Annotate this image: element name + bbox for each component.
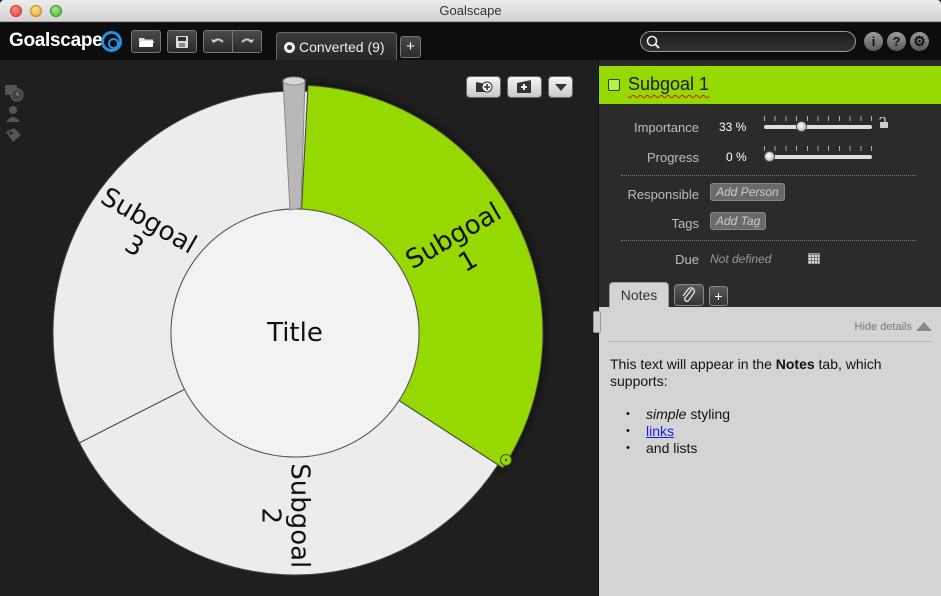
goal-header: Subgoal 1 bbox=[599, 66, 941, 104]
goalmap-canvas: Subgoal1 Subgoal2 Subgoal3 Title bbox=[0, 60, 598, 596]
importance-value: 33 % bbox=[719, 120, 747, 134]
chevron-down-icon bbox=[554, 84, 567, 91]
goalmap-chart: Subgoal1Subgoal2Subgoal3 Title bbox=[52, 76, 544, 576]
tab-radio-icon bbox=[284, 42, 295, 53]
responsible-label: Responsible bbox=[627, 187, 699, 202]
add-child-icon bbox=[516, 80, 531, 93]
unlock-icon[interactable] bbox=[879, 117, 889, 129]
notes-styling-text: styling bbox=[686, 406, 731, 422]
view-menu-button[interactable] bbox=[548, 76, 573, 98]
due-label: Due bbox=[675, 252, 699, 267]
add-sibling-icon bbox=[475, 81, 492, 93]
progress-slider[interactable] bbox=[764, 151, 872, 162]
main-toolbar: Goalscape Converted (9) + i ? ⚙ bbox=[0, 23, 941, 60]
notes-intro-bold: Notes bbox=[775, 356, 815, 372]
app-logo: Goalscape bbox=[9, 30, 103, 51]
tab-label: Converted (9) bbox=[299, 39, 385, 55]
redo-icon bbox=[241, 38, 254, 43]
notes-intro-text: This text will appear in the bbox=[610, 356, 776, 372]
info-button[interactable]: i bbox=[864, 32, 883, 51]
undo-button[interactable] bbox=[203, 30, 233, 53]
calendar-icon[interactable] bbox=[808, 253, 820, 264]
list-item: and lists bbox=[610, 440, 930, 457]
hide-details-toggle[interactable]: Hide details bbox=[855, 321, 932, 333]
notes-text[interactable]: This text will appear in the Notes tab, … bbox=[610, 356, 930, 457]
add-notes-tab-button[interactable]: + bbox=[709, 286, 728, 306]
notes-area[interactable]: Hide details This text will appear in th… bbox=[593, 307, 941, 596]
help-button[interactable]: ? bbox=[887, 32, 906, 51]
importance-ticks bbox=[764, 116, 872, 121]
notes-link[interactable]: links bbox=[646, 423, 674, 439]
list-item: links bbox=[610, 423, 930, 440]
details-panel: Subgoal 1 Importance 33 % Progress 0 % R… bbox=[593, 60, 941, 596]
folder-icon bbox=[139, 37, 154, 47]
progress-value: 0 % bbox=[726, 150, 747, 164]
goal-name[interactable]: Subgoal 1 bbox=[628, 74, 709, 95]
window-titlebar: Goalscape bbox=[0, 0, 941, 22]
add-tag-chip[interactable]: Add Tag bbox=[710, 212, 767, 230]
redo-button[interactable] bbox=[232, 30, 262, 53]
goal-complete-checkbox[interactable] bbox=[608, 79, 620, 91]
add-person-chip[interactable]: Add Person bbox=[710, 183, 785, 201]
progress-slider-knob[interactable] bbox=[764, 151, 775, 162]
importance-slider[interactable] bbox=[764, 121, 872, 132]
tab-attachments[interactable] bbox=[674, 284, 704, 306]
search-icon bbox=[646, 35, 660, 49]
undo-icon bbox=[211, 38, 224, 43]
floppy-disk-icon bbox=[176, 35, 188, 48]
paperclip-icon bbox=[682, 287, 696, 302]
notes-list-text: and lists bbox=[646, 440, 698, 456]
importance-slider-knob[interactable] bbox=[796, 121, 807, 132]
details-divider bbox=[621, 240, 917, 241]
search-input[interactable] bbox=[640, 31, 856, 52]
save-button[interactable] bbox=[167, 30, 197, 53]
list-item: simple styling bbox=[610, 406, 930, 423]
details-divider bbox=[621, 175, 917, 176]
settings-gear-icon[interactable]: ⚙ bbox=[910, 32, 929, 51]
tab-notes[interactable]: Notes bbox=[609, 282, 669, 308]
panel-resize-grip[interactable] bbox=[593, 311, 601, 333]
notes-divider bbox=[609, 341, 932, 342]
goalscape-logo-icon bbox=[101, 31, 122, 52]
center-goal-title: Title bbox=[266, 318, 323, 348]
add-subgoal-button[interactable] bbox=[466, 76, 501, 98]
notes-list: simple styling links and lists bbox=[610, 406, 930, 457]
importance-label: Importance bbox=[633, 120, 699, 135]
add-child-button[interactable] bbox=[507, 76, 542, 98]
progress-label: Progress bbox=[646, 150, 699, 165]
window-title: Goalscape bbox=[439, 3, 502, 18]
hide-details-label: Hide details bbox=[854, 321, 912, 333]
notes-italic-text: simple bbox=[646, 406, 687, 422]
tab-converted[interactable]: Converted (9) bbox=[276, 32, 397, 60]
add-tab-button[interactable]: + bbox=[400, 36, 421, 58]
tags-label: Tags bbox=[671, 216, 699, 231]
progress-ticks bbox=[764, 146, 872, 151]
collapse-triangle-icon bbox=[916, 322, 932, 331]
due-date-value[interactable]: Not defined bbox=[710, 252, 771, 266]
open-file-button[interactable] bbox=[131, 30, 161, 53]
